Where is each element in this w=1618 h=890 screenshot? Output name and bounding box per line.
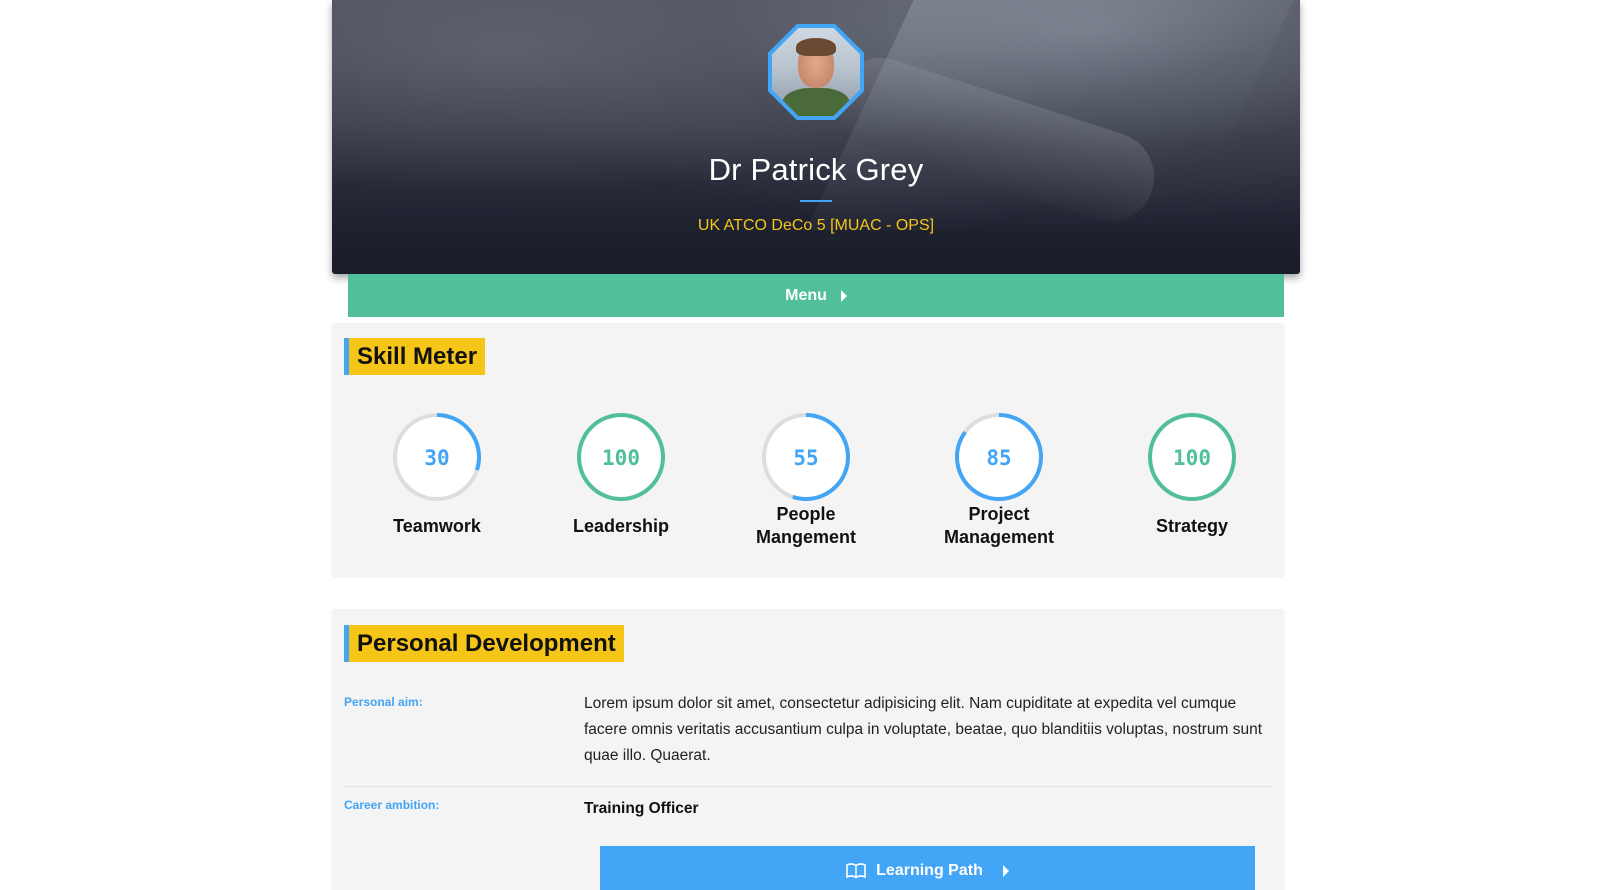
skill-meter-card: Skill Meter 30 Teamwork 100 Leadership 5… (332, 323, 1284, 576)
book-icon (846, 862, 866, 878)
skill-project-management: 85 Project Management (924, 411, 1074, 549)
menu-button[interactable]: Menu (348, 274, 1284, 317)
skill-gauge: 100 (577, 413, 665, 501)
profile-name: Dr Patrick Grey (708, 152, 924, 187)
skill-label: Leadership (572, 516, 670, 536)
profile-page: Dr Patrick Grey UK ATCO DeCo 5 [MUAC - O… (0, 0, 1618, 890)
skill-value: 30 (424, 446, 449, 470)
skill-label: Teamwork (393, 516, 481, 536)
profile-subtitle: UK ATCO DeCo 5 [MUAC - OPS] (697, 217, 935, 234)
skill-gauge: 85 (955, 413, 1043, 501)
profile-header: Dr Patrick Grey UK ATCO DeCo 5 [MUAC - O… (332, 0, 1300, 274)
caret-right-icon (840, 289, 847, 302)
career-ambition-label: Career ambition: (344, 798, 440, 812)
user-photo-icon (772, 28, 860, 116)
learning-path-label: Learning Path (876, 861, 983, 879)
skill-gauge: 100 (1148, 413, 1236, 501)
skill-label: Strategy (1155, 516, 1229, 536)
skill-meter-title: Skill Meter (344, 338, 486, 375)
personal-development-title: Personal Development (344, 625, 624, 662)
learning-path-button[interactable]: Learning Path (600, 846, 1255, 890)
skill-gauge: 30 (393, 413, 481, 501)
personal-aim-row: Personal aim: Lorem ipsum dolor sit amet… (344, 691, 1272, 787)
personal-aim-text: Lorem ipsum dolor sit amet, consectetur … (584, 695, 1263, 764)
personal-development-card: Personal Development Personal aim: Lorem… (332, 609, 1284, 890)
skill-value: 55 (793, 446, 818, 470)
skill-value: 100 (602, 446, 640, 470)
skill-label: People Mangement (755, 504, 856, 547)
caret-right-icon (1002, 864, 1009, 877)
skill-value: 100 (1173, 446, 1211, 470)
skill-leadership: 100 Leadership (546, 411, 696, 538)
menu-label: Menu (785, 286, 827, 304)
skill-gauge: 55 (762, 413, 850, 501)
skill-people-management: 55 People Mangement (731, 411, 881, 549)
career-ambition-text: Training Officer (584, 800, 699, 817)
skill-strategy: 100 Strategy (1117, 411, 1267, 538)
name-divider (800, 200, 832, 202)
personal-aim-label: Personal aim: (344, 695, 423, 709)
skill-value: 85 (986, 446, 1011, 470)
skill-label: Project Management (943, 504, 1055, 547)
avatar (768, 24, 864, 120)
skill-teamwork: 30 Teamwork (362, 411, 512, 538)
